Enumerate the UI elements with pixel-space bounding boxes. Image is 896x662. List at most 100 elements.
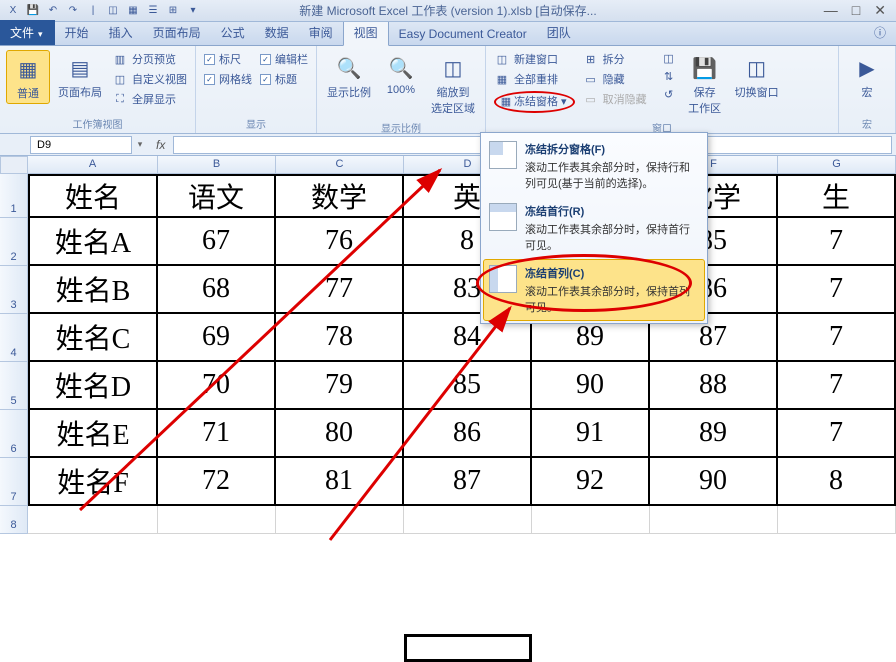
macros-button[interactable]: ▶宏 bbox=[845, 50, 889, 102]
cell[interactable]: 92 bbox=[532, 458, 650, 506]
ruler-checkbox[interactable]: ✓标尺 bbox=[202, 50, 254, 68]
tab-edc[interactable]: Easy Document Creator bbox=[389, 23, 537, 45]
tab-home[interactable]: 开始 bbox=[55, 20, 99, 45]
gridlines-checkbox[interactable]: ✓网格线 bbox=[202, 70, 254, 88]
minimize-button[interactable]: — bbox=[824, 2, 838, 19]
cell[interactable]: 78 bbox=[276, 314, 404, 362]
tab-team[interactable]: 团队 bbox=[537, 20, 581, 45]
cell[interactable]: 70 bbox=[158, 362, 276, 410]
zoom-selection-button[interactable]: ◫缩放到 选定区域 bbox=[427, 50, 479, 118]
cell[interactable]: 姓名B bbox=[28, 266, 158, 314]
cell[interactable]: 91 bbox=[532, 410, 650, 458]
cell[interactable] bbox=[404, 506, 532, 534]
custom-views-button[interactable]: ◫自定义视图 bbox=[110, 70, 189, 88]
row-header[interactable]: 4 bbox=[0, 314, 28, 362]
cell[interactable] bbox=[650, 506, 778, 534]
row-header[interactable]: 2 bbox=[0, 218, 28, 266]
cell[interactable]: 语文 bbox=[158, 174, 276, 218]
freeze-first-col-item[interactable]: 冻结首列(C)滚动工作表其余部分时，保持首列可见。 bbox=[483, 259, 705, 321]
hide-button[interactable]: ▭隐藏 bbox=[581, 70, 649, 88]
cell[interactable] bbox=[158, 506, 276, 534]
cell[interactable] bbox=[28, 506, 158, 534]
fx-icon[interactable]: fx bbox=[156, 138, 165, 152]
cell[interactable]: 85 bbox=[404, 362, 532, 410]
split-button[interactable]: ⊞拆分 bbox=[581, 50, 649, 68]
cell[interactable]: 7 bbox=[778, 266, 896, 314]
cell[interactable]: 7 bbox=[778, 218, 896, 266]
cell[interactable]: 79 bbox=[276, 362, 404, 410]
compare-icon[interactable]: ◫ bbox=[659, 50, 679, 66]
zoom-button[interactable]: 🔍显示比例 bbox=[323, 50, 375, 102]
cell[interactable]: 8 bbox=[778, 458, 896, 506]
cell[interactable] bbox=[276, 506, 404, 534]
cell[interactable]: 80 bbox=[276, 410, 404, 458]
cell[interactable]: 67 bbox=[158, 218, 276, 266]
cell[interactable] bbox=[778, 506, 896, 534]
name-box[interactable]: D9 bbox=[30, 136, 132, 154]
cell[interactable]: 姓名E bbox=[28, 410, 158, 458]
name-box-dropdown-icon[interactable]: ▾ bbox=[132, 139, 148, 150]
col-header-b[interactable]: B bbox=[158, 156, 276, 174]
cell[interactable]: 7 bbox=[778, 362, 896, 410]
page-layout-button[interactable]: ▤页面布局 bbox=[54, 50, 106, 102]
zoom-100-button[interactable]: 🔍100% bbox=[379, 50, 423, 98]
row-header[interactable]: 8 bbox=[0, 506, 28, 534]
row-header[interactable]: 7 bbox=[0, 458, 28, 506]
qat-custom-2-icon[interactable]: ▦ bbox=[126, 4, 140, 18]
cell[interactable]: 7 bbox=[778, 410, 896, 458]
maximize-button[interactable]: □ bbox=[852, 2, 860, 19]
redo-icon[interactable]: ↷ bbox=[66, 4, 80, 18]
cell[interactable]: 77 bbox=[276, 266, 404, 314]
freeze-top-row-item[interactable]: 冻结首行(R)滚动工作表其余部分时，保持首行可见。 bbox=[483, 197, 705, 259]
cell[interactable]: 生 bbox=[778, 174, 896, 218]
cell[interactable]: 90 bbox=[650, 458, 778, 506]
tab-page-layout[interactable]: 页面布局 bbox=[143, 20, 211, 45]
formula-bar-checkbox[interactable]: ✓编辑栏 bbox=[258, 50, 310, 68]
tab-view[interactable]: 视图 bbox=[343, 19, 389, 46]
tab-data[interactable]: 数据 bbox=[255, 20, 299, 45]
cell[interactable]: 81 bbox=[276, 458, 404, 506]
cell[interactable]: 71 bbox=[158, 410, 276, 458]
fullscreen-button[interactable]: ⛶全屏显示 bbox=[110, 90, 189, 108]
col-header-c[interactable]: C bbox=[276, 156, 404, 174]
help-icon[interactable]: ⓘ bbox=[864, 20, 896, 45]
cell[interactable]: 69 bbox=[158, 314, 276, 362]
save-icon[interactable]: 💾 bbox=[26, 4, 40, 18]
col-header-g[interactable]: G bbox=[778, 156, 896, 174]
row-header[interactable]: 6 bbox=[0, 410, 28, 458]
new-window-button[interactable]: ◫新建窗口 bbox=[492, 50, 577, 68]
tab-formulas[interactable]: 公式 bbox=[211, 20, 255, 45]
cell[interactable]: 姓名C bbox=[28, 314, 158, 362]
tab-file[interactable]: 文件 bbox=[0, 20, 55, 45]
cell[interactable]: 76 bbox=[276, 218, 404, 266]
tab-insert[interactable]: 插入 bbox=[99, 20, 143, 45]
cell[interactable]: 姓名 bbox=[28, 174, 158, 218]
qat-custom-4-icon[interactable]: ⊞ bbox=[166, 4, 180, 18]
close-button[interactable]: ✕ bbox=[874, 2, 886, 19]
cell[interactable]: 72 bbox=[158, 458, 276, 506]
cell[interactable]: 87 bbox=[404, 458, 532, 506]
cell[interactable]: 7 bbox=[778, 314, 896, 362]
switch-windows-button[interactable]: ◫切换窗口 bbox=[731, 50, 783, 102]
cell[interactable]: 90 bbox=[532, 362, 650, 410]
freeze-split-panes-item[interactable]: 冻结拆分窗格(F)滚动工作表其余部分时，保持行和列可见(基于当前的选择)。 bbox=[483, 135, 705, 197]
freeze-panes-button[interactable]: ▦冻结窗格 ▾ bbox=[492, 90, 577, 114]
save-workspace-button[interactable]: 💾保存 工作区 bbox=[683, 50, 727, 118]
qat-custom-3-icon[interactable]: ☰ bbox=[146, 4, 160, 18]
unhide-button[interactable]: ▭取消隐藏 bbox=[581, 90, 649, 108]
row-header[interactable]: 5 bbox=[0, 362, 28, 410]
qat-custom-1-icon[interactable]: ◫ bbox=[106, 4, 120, 18]
cell[interactable]: 88 bbox=[650, 362, 778, 410]
row-header[interactable]: 1 bbox=[0, 174, 28, 218]
undo-icon[interactable]: ↶ bbox=[46, 4, 60, 18]
cell[interactable]: 姓名A bbox=[28, 218, 158, 266]
page-break-button[interactable]: ▥分页预览 bbox=[110, 50, 189, 68]
cell[interactable]: 姓名D bbox=[28, 362, 158, 410]
row-header[interactable]: 3 bbox=[0, 266, 28, 314]
col-header-a[interactable]: A bbox=[28, 156, 158, 174]
arrange-all-button[interactable]: ▦全部重排 bbox=[492, 70, 577, 88]
reset-pos-icon[interactable]: ↺ bbox=[659, 86, 679, 102]
tab-review[interactable]: 审阅 bbox=[299, 20, 343, 45]
sync-scroll-icon[interactable]: ⇅ bbox=[659, 68, 679, 84]
cell[interactable]: 68 bbox=[158, 266, 276, 314]
